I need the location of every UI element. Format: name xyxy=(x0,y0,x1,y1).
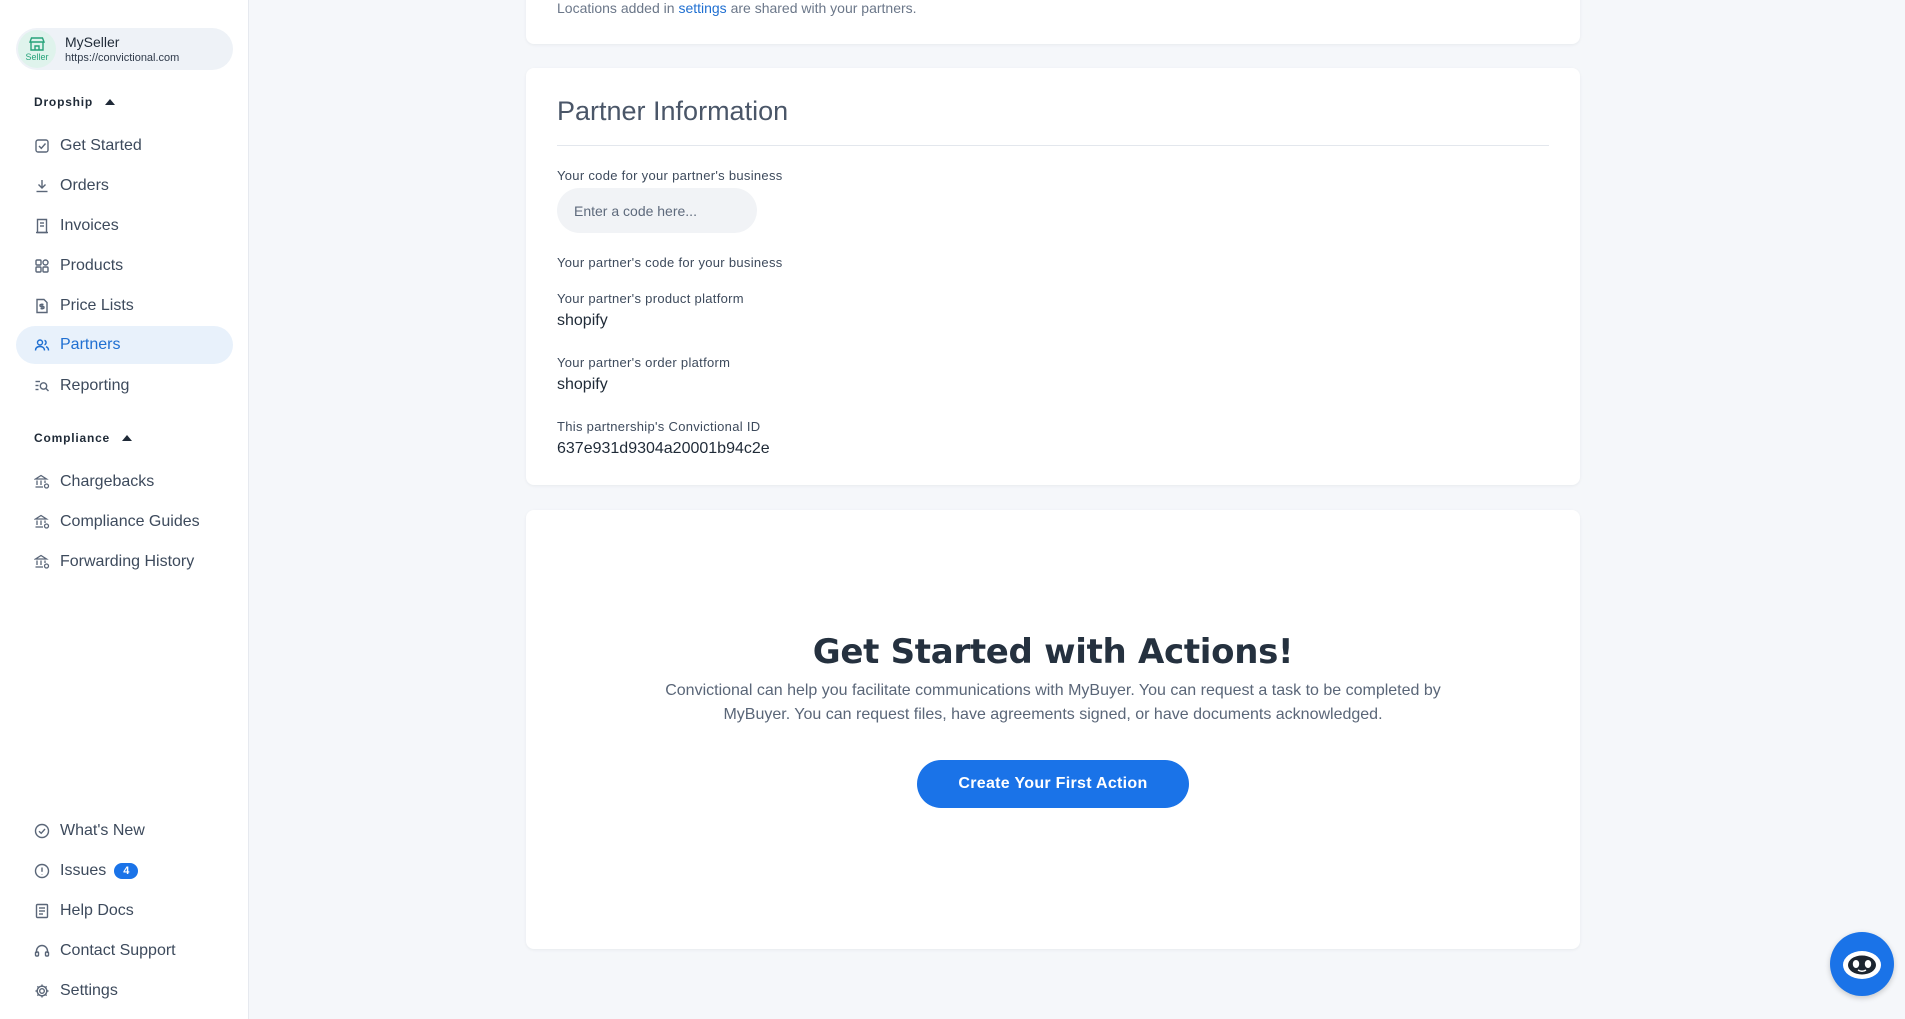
headset-icon xyxy=(34,943,50,959)
actions-card: Get Started with Actions! Convictional c… xyxy=(526,510,1580,949)
convictional-id-value: 637e931d9304a20001b94c2e xyxy=(557,440,770,457)
sidebar-item-whats-new[interactable]: What's New xyxy=(16,812,233,850)
partner-information-title: Partner Information xyxy=(557,96,789,126)
sidebar: Seller MySeller https://convictional.com… xyxy=(0,0,249,1019)
sidebar-item-issues[interactable]: Issues 4 xyxy=(16,852,233,890)
sidebar-item-products[interactable]: Products xyxy=(16,247,233,285)
bank-icon xyxy=(34,474,50,490)
grid-icon xyxy=(34,258,50,274)
sidebar-item-contact-support[interactable]: Contact Support xyxy=(16,932,233,970)
locations-card: Locations added in settings are shared w… xyxy=(526,0,1580,44)
checkbox-icon xyxy=(34,138,50,154)
divider xyxy=(557,145,1549,146)
store-avatar: Seller xyxy=(18,30,56,68)
download-icon xyxy=(34,178,50,194)
order-platform-value: shopify xyxy=(557,376,608,393)
document-icon xyxy=(34,903,50,919)
sidebar-item-get-started[interactable]: Get Started xyxy=(16,127,233,165)
caret-up-icon xyxy=(105,99,116,105)
product-platform-value: shopify xyxy=(557,312,608,329)
create-first-action-button[interactable]: Create Your First Action xyxy=(917,760,1189,808)
sidebar-item-compliance-guides[interactable]: Compliance Guides xyxy=(16,503,233,541)
sidebar-item-chargebacks[interactable]: Chargebacks xyxy=(16,463,233,501)
product-platform-label: Your partner's product platform xyxy=(557,291,744,306)
locations-note: Locations added in settings are shared w… xyxy=(557,0,917,16)
caret-up-icon xyxy=(122,435,133,441)
dollar-doc-icon xyxy=(34,298,50,314)
sidebar-item-settings[interactable]: Settings xyxy=(16,972,233,1010)
store-icon xyxy=(29,36,45,51)
actions-description: Convictional can help you facilitate com… xyxy=(665,682,1441,723)
order-platform-label: Your partner's order platform xyxy=(557,355,731,370)
partner-code-label: Your partner's code for your business xyxy=(557,255,783,270)
settings-link[interactable]: settings xyxy=(678,0,726,16)
alert-circle-icon xyxy=(34,863,50,879)
bank-icon xyxy=(34,554,50,570)
sidebar-item-orders[interactable]: Orders xyxy=(16,167,233,205)
sidebar-item-forwarding-history[interactable]: Forwarding History xyxy=(16,543,233,581)
sidebar-item-price-lists[interactable]: Price Lists xyxy=(16,287,233,325)
section-compliance[interactable]: Compliance xyxy=(34,431,133,445)
sidebar-item-reporting[interactable]: Reporting xyxy=(16,367,233,405)
check-circle-icon xyxy=(34,823,50,839)
account-switcher[interactable]: Seller MySeller https://convictional.com xyxy=(16,28,233,70)
bank-icon xyxy=(34,514,50,530)
chat-bot-button[interactable] xyxy=(1830,932,1894,996)
sidebar-item-help-docs[interactable]: Help Docs xyxy=(16,892,233,930)
actions-title: Get Started with Actions! xyxy=(812,632,1294,672)
receipt-icon xyxy=(34,218,50,234)
users-icon xyxy=(34,337,50,353)
robot-icon xyxy=(1843,951,1881,979)
section-dropship[interactable]: Dropship xyxy=(34,95,116,109)
issues-count-badge: 4 xyxy=(114,863,139,879)
account-url: https://convictional.com xyxy=(65,52,180,64)
partner-information-card: Partner Information Your code for your p… xyxy=(526,68,1580,485)
your-code-label: Your code for your partner's business xyxy=(557,168,783,183)
sidebar-item-invoices[interactable]: Invoices xyxy=(16,207,233,245)
account-name: MySeller xyxy=(65,34,120,50)
gear-icon xyxy=(34,983,50,999)
sidebar-item-partners[interactable]: Partners xyxy=(16,326,233,364)
convictional-id-label: This partnership's Convictional ID xyxy=(557,419,761,434)
your-code-input[interactable] xyxy=(557,188,757,233)
report-search-icon xyxy=(34,378,50,394)
account-role: Seller xyxy=(25,51,49,62)
